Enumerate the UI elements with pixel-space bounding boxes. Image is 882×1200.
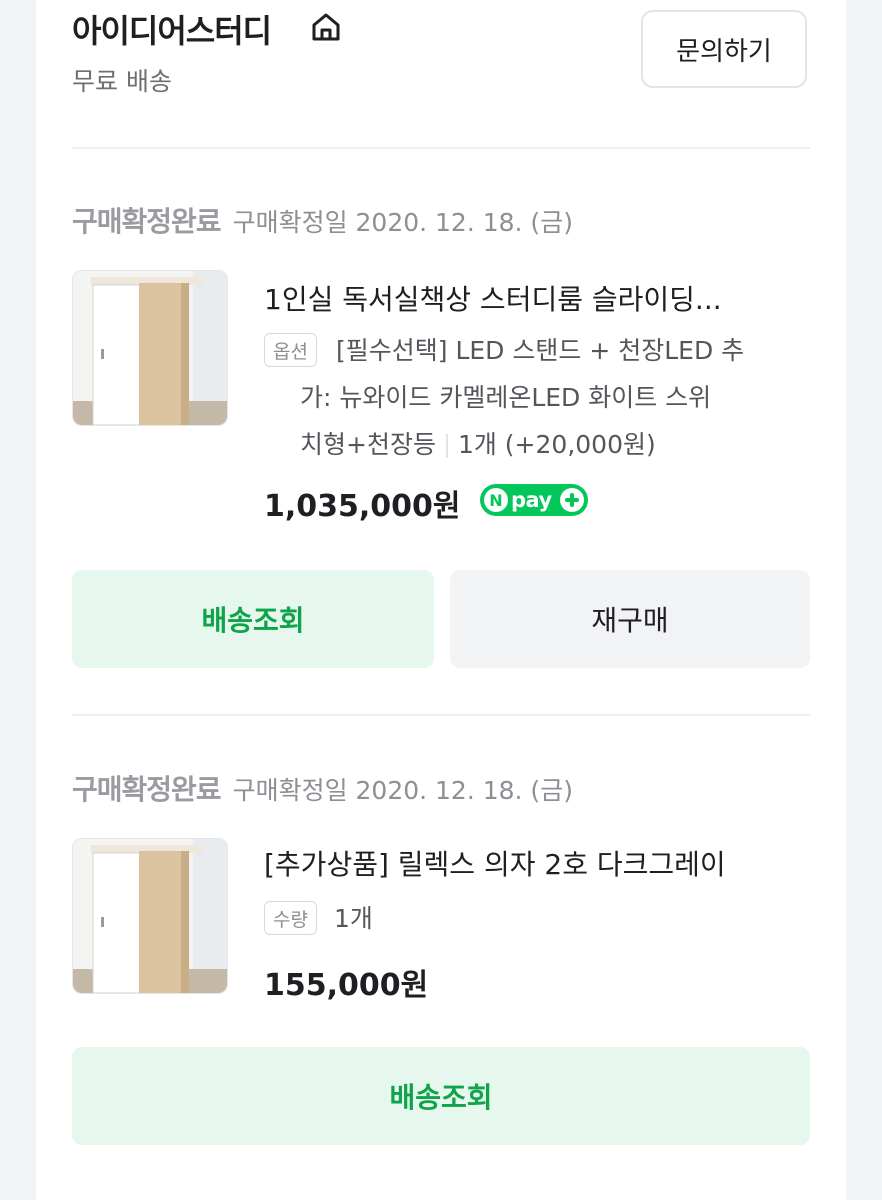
order-status-row: 구매확정완료 구매확정일 2020. 12. 18. (금) bbox=[72, 200, 573, 240]
separator bbox=[445, 434, 448, 458]
divider bbox=[72, 147, 810, 149]
npay-logo: N pay bbox=[480, 484, 588, 516]
product-title[interactable]: [추가상품] 릴렉스 의자 2호 다크그레이 bbox=[264, 843, 726, 883]
option-badge: 옵션 bbox=[264, 333, 317, 367]
npay-text: pay bbox=[511, 488, 552, 512]
track-delivery-button[interactable]: 배송조회 bbox=[72, 570, 434, 668]
npay-n-icon: N bbox=[484, 488, 508, 512]
option-quantity: 1개 (+20,000원) bbox=[457, 430, 656, 459]
order-status: 구매확정완료 bbox=[72, 773, 222, 806]
option-text-last: 치형+천장등 1개 (+20,000원) bbox=[300, 421, 656, 468]
track-delivery-button[interactable]: 배송조회 bbox=[72, 1047, 810, 1145]
product-thumbnail[interactable] bbox=[72, 838, 228, 994]
inquiry-button[interactable]: 문의하기 bbox=[641, 10, 807, 88]
store-name[interactable]: 아이디어스터디 bbox=[72, 6, 272, 52]
product-price: 155,000원 bbox=[264, 968, 429, 1003]
product-thumbnail[interactable] bbox=[72, 270, 228, 426]
product-title[interactable]: 1인실 독서실책상 스터디룸 슬라이딩... bbox=[264, 278, 722, 318]
quantity-badge: 수량 bbox=[264, 901, 317, 935]
home-icon[interactable] bbox=[309, 10, 343, 44]
order-status-row: 구매확정완료 구매확정일 2020. 12. 18. (금) bbox=[72, 768, 573, 808]
option-text: [필수선택] LED 스탠드 + 천장LED 추 bbox=[336, 336, 745, 365]
quantity-text: 1개 bbox=[334, 904, 373, 933]
order-status: 구매확정완료 bbox=[72, 205, 222, 238]
option-text: 가: 뉴와이드 카멜레온LED 화이트 스위 bbox=[300, 383, 712, 412]
order-card: 아이디어스터디 무료 배송 문의하기 구매확정완료 구매확정일 2020. 12… bbox=[36, 0, 846, 1200]
divider bbox=[72, 714, 810, 716]
product-price: 1,035,000원 bbox=[264, 489, 461, 524]
confirm-date: 구매확정일 2020. 12. 18. (금) bbox=[232, 208, 573, 237]
confirm-date: 구매확정일 2020. 12. 18. (금) bbox=[232, 776, 573, 805]
option-text: 치형+천장등 bbox=[300, 430, 436, 459]
reorder-button[interactable]: 재구매 bbox=[450, 570, 810, 668]
plus-icon bbox=[560, 488, 584, 512]
shipping-info: 무료 배송 bbox=[72, 67, 172, 96]
